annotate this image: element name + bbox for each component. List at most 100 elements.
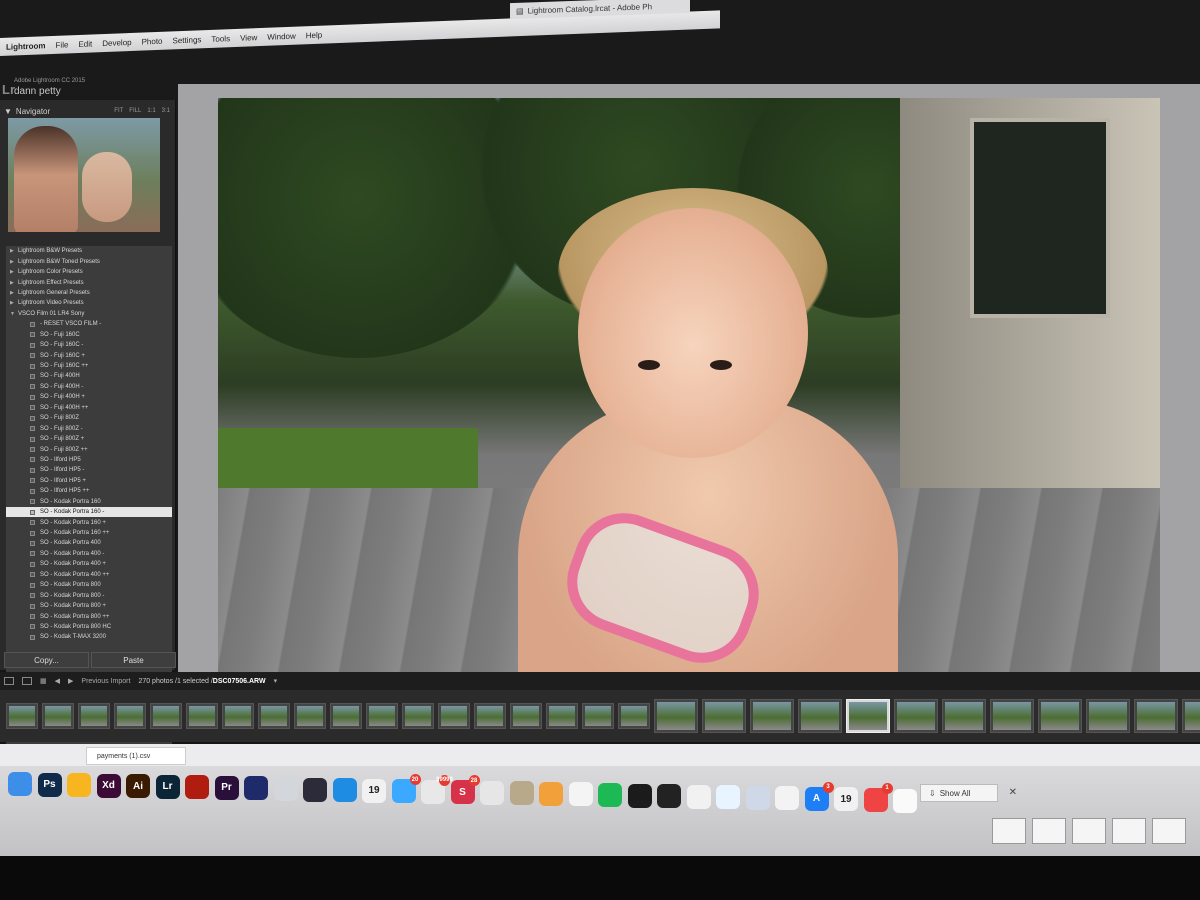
- filmstrip-thumbnail[interactable]: [114, 703, 146, 729]
- monitor-1-icon[interactable]: [4, 677, 14, 685]
- preset-item[interactable]: SO - Kodak Portra 160 +: [6, 517, 172, 527]
- filmstrip-thumbnail[interactable]: [618, 703, 650, 729]
- preset-item[interactable]: SO - Fuji 160C -: [6, 340, 172, 350]
- preset-item[interactable]: SO - Fuji 800Z ++: [6, 444, 172, 454]
- slack-icon[interactable]: S 28: [450, 775, 480, 805]
- filmstrip-thumbnail[interactable]: [294, 703, 326, 729]
- preset-item[interactable]: SO - Kodak Portra 800 ++: [6, 611, 172, 621]
- navigator-header[interactable]: ▼ Navigator FIT FILL 1:1 3:1: [0, 104, 176, 118]
- itunes-icon[interactable]: [686, 784, 711, 809]
- safari-icon[interactable]: [332, 778, 357, 803]
- filmstrip-thumbnail[interactable]: [186, 703, 218, 729]
- preset-item[interactable]: SO - Fuji 160C ++: [6, 361, 172, 371]
- minimized-window[interactable]: [1152, 818, 1186, 844]
- preset-item[interactable]: SO - Kodak Portra 400 -: [6, 549, 172, 559]
- app-store-icon[interactable]: A3: [804, 781, 834, 811]
- menu-help[interactable]: Help: [306, 30, 322, 40]
- preset-item[interactable]: - RESET VSCO FILM -: [6, 319, 172, 329]
- menu-develop[interactable]: Develop: [102, 37, 131, 47]
- filmstrip-thumbnail[interactable]: [474, 703, 506, 729]
- zoom-fill[interactable]: FILL: [129, 108, 141, 114]
- preset-item[interactable]: SO - Kodak Portra 160 -: [6, 506, 172, 518]
- preset-item[interactable]: SO - Fuji 800Z +: [6, 434, 172, 444]
- minimized-window[interactable]: [1112, 818, 1146, 844]
- zoom-1-1[interactable]: 1:1: [147, 108, 155, 114]
- filmstrip-thumbnail[interactable]: [438, 703, 470, 729]
- activity-monitor-icon[interactable]: [657, 784, 681, 809]
- menu-settings[interactable]: Settings: [173, 35, 202, 45]
- preset-item[interactable]: SO - Kodak Portra 400 ++: [6, 570, 172, 580]
- menu-tools[interactable]: Tools: [211, 34, 230, 44]
- collapse-triangle-icon[interactable]: ▼: [4, 107, 12, 116]
- chrome-icon[interactable]: [480, 780, 504, 805]
- zoom-fit[interactable]: FIT: [114, 108, 123, 114]
- lightroom-icon[interactable]: Lr: [155, 774, 180, 799]
- preset-item[interactable]: SO - Fuji 400H -: [6, 382, 172, 392]
- filmstrip-thumbnail[interactable]: [222, 703, 254, 729]
- preset-item[interactable]: SO - Fuji 160C: [6, 330, 172, 340]
- download-item[interactable]: payments (1).csv: [86, 747, 186, 765]
- show-all-button[interactable]: ⇩ Show All ✕: [920, 784, 1017, 802]
- preset-item[interactable]: SO - Kodak Portra 160 ++: [6, 528, 172, 538]
- preset-item[interactable]: SO - Kodak Portra 800: [6, 580, 172, 590]
- forward-arrow-icon[interactable]: ▶: [68, 677, 73, 685]
- minimized-window[interactable]: [1032, 818, 1066, 844]
- minimized-window[interactable]: [1072, 818, 1106, 844]
- preset-item[interactable]: SO - Ilford HP5 +: [6, 476, 172, 486]
- preset-item[interactable]: SO - Fuji 800Z -: [6, 423, 172, 433]
- paste-button[interactable]: Paste: [91, 652, 176, 668]
- filmstrip-thumbnail[interactable]: [546, 703, 578, 729]
- help-lifesaver-icon[interactable]: 1: [863, 782, 893, 812]
- acrobat-icon[interactable]: [185, 775, 209, 800]
- preset-folder[interactable]: ▶ Lightroom Video Presets: [6, 298, 172, 308]
- filmstrip-thumbnail[interactable]: [702, 699, 746, 733]
- preset-folder[interactable]: ▶ Lightroom B&W Toned Presets: [6, 256, 172, 266]
- copy-button[interactable]: Copy...: [4, 652, 89, 668]
- preset-folder[interactable]: ▶ Lightroom General Presets: [6, 288, 172, 298]
- filmstrip-thumbnail[interactable]: [1134, 699, 1178, 733]
- filmstrip-thumbnail[interactable]: [78, 703, 110, 729]
- calendar-icon[interactable]: 19: [362, 778, 386, 803]
- close-icon[interactable]: ✕: [1009, 787, 1017, 798]
- preset-item[interactable]: SO - Ilford HP5: [6, 455, 172, 465]
- filmstrip-thumbnail[interactable]: [402, 703, 434, 729]
- minimized-window[interactable]: [992, 818, 1026, 844]
- textedit-icon[interactable]: [775, 786, 799, 811]
- filmstrip-thumbnail[interactable]: [1182, 699, 1200, 733]
- navigator-preview[interactable]: [8, 118, 160, 232]
- filmstrip-source[interactable]: Previous Import: [81, 678, 130, 685]
- sketch-icon[interactable]: [67, 773, 91, 798]
- filmstrip-thumbnail[interactable]: [1086, 699, 1130, 733]
- preset-item[interactable]: SO - Kodak Portra 400 +: [6, 559, 172, 569]
- menu-edit[interactable]: Edit: [78, 39, 92, 49]
- illustrator-icon[interactable]: Ai: [126, 774, 150, 799]
- preset-item[interactable]: SO - Fuji 400H +: [6, 392, 172, 402]
- monitor-2-icon[interactable]: [22, 677, 32, 685]
- mail-icon[interactable]: 99999: [421, 774, 453, 804]
- zoom-3-1[interactable]: 3:1: [162, 108, 170, 114]
- filmstrip-thumbnail[interactable]: [150, 703, 182, 729]
- filmstrip-thumbnail[interactable]: [582, 703, 614, 729]
- filmstrip-thumbnail[interactable]: [1038, 699, 1082, 733]
- grid-icon[interactable]: ▦: [40, 677, 47, 685]
- preset-item[interactable]: SO - Ilford HP5 -: [6, 465, 172, 475]
- preset-folder[interactable]: ▼ VSCO Film 01 LR4 Sony: [6, 309, 172, 319]
- back-arrow-icon[interactable]: ◀: [55, 677, 60, 685]
- menu-file[interactable]: File: [56, 40, 69, 49]
- main-photo[interactable]: [218, 98, 1160, 694]
- finder-icon[interactable]: [8, 772, 32, 796]
- mail-outline-icon[interactable]: [568, 782, 593, 807]
- preset-item[interactable]: SO - Kodak Portra 800 +: [6, 601, 172, 611]
- xd-icon[interactable]: Xd: [96, 773, 121, 798]
- spotify-icon[interactable]: [598, 783, 622, 807]
- photoshop-icon[interactable]: Ps: [37, 772, 62, 797]
- after-effects-icon[interactable]: [244, 776, 268, 801]
- preset-item[interactable]: SO - Fuji 160C +: [6, 350, 172, 360]
- preview-icon[interactable]: [745, 785, 770, 810]
- filmstrip-thumbnail[interactable]: [510, 703, 542, 729]
- preset-item[interactable]: SO - Kodak Portra 400: [6, 538, 172, 548]
- menu-view[interactable]: View: [240, 33, 257, 43]
- preset-item[interactable]: SO - Kodak T-MAX 3200: [6, 632, 172, 642]
- filmstrip-thumbnail[interactable]: [6, 703, 38, 729]
- terminal-icon[interactable]: [627, 783, 652, 808]
